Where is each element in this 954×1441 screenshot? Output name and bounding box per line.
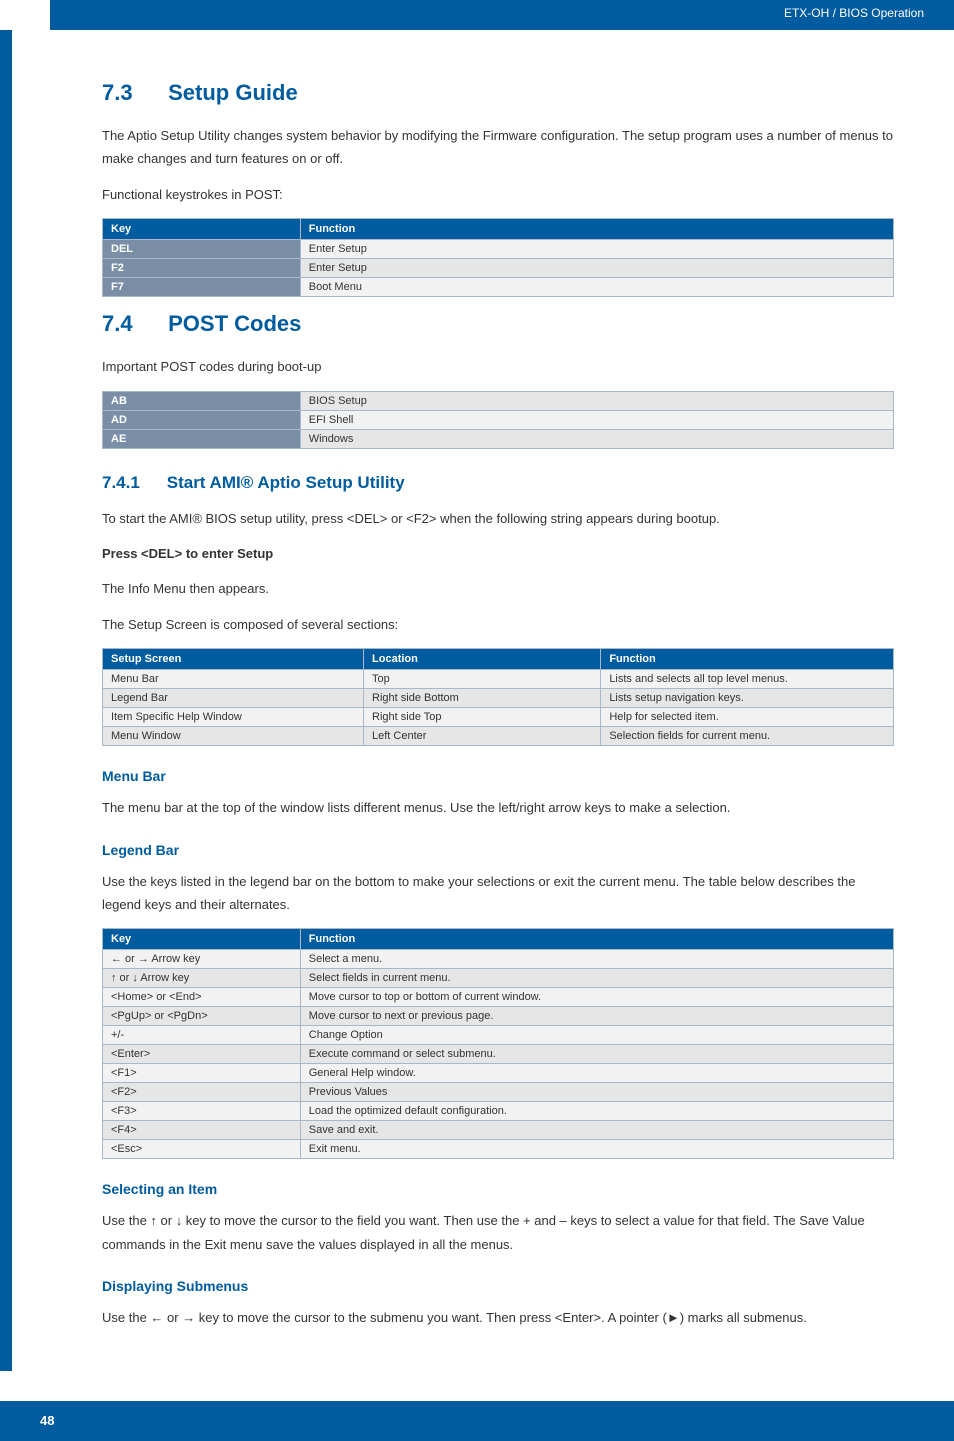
table-row: AEWindows — [103, 429, 894, 448]
s741-p2: Press <DEL> to enter Setup — [102, 542, 894, 565]
table-row: Menu BarTopLists and selects all top lev… — [103, 670, 894, 689]
table-row: ↑ or ↓ Arrow keySelect fields in current… — [103, 969, 894, 988]
menu-bar-p1: The menu bar at the top of the window li… — [102, 796, 894, 819]
table-row: DELEnter Setup — [103, 240, 894, 259]
header-band: ETX-OH / BIOS Operation — [0, 0, 954, 30]
table-row: <F1>General Help window. — [103, 1064, 894, 1083]
table-row: +/-Change Option — [103, 1026, 894, 1045]
section-num: 7.3 — [102, 80, 162, 106]
th-location: Location — [364, 649, 601, 670]
th-key: Key — [103, 929, 301, 950]
th-function: Function — [601, 649, 894, 670]
section-7-4-heading: 7.4 POST Codes — [102, 311, 894, 337]
displaying-submenus-p1: Use the ← or → key to move the cursor to… — [102, 1306, 894, 1329]
th-function: Function — [300, 929, 893, 950]
th-setup-screen: Setup Screen — [103, 649, 364, 670]
table-row: <PgUp> or <PgDn>Move cursor to next or p… — [103, 1007, 894, 1026]
section-7-3-heading: 7.3 Setup Guide — [102, 80, 894, 106]
section-title: Start AMI® Aptio Setup Utility — [167, 473, 405, 492]
legend-bar-heading: Legend Bar — [102, 842, 894, 858]
table-row: Item Specific Help WindowRight side TopH… — [103, 708, 894, 727]
header-path: ETX-OH / BIOS Operation — [784, 6, 924, 20]
legend-bar-p1: Use the keys listed in the legend bar on… — [102, 870, 894, 917]
s741-p4: The Setup Screen is composed of several … — [102, 613, 894, 636]
selecting-item-p1: Use the ↑ or ↓ key to move the cursor to… — [102, 1209, 894, 1256]
table-row: <F2>Previous Values — [103, 1083, 894, 1102]
table-keystrokes: Key Function DELEnter Setup F2Enter Setu… — [102, 218, 894, 297]
table-post-codes: ABBIOS Setup ADEFI Shell AEWindows — [102, 391, 894, 449]
s741-p3: The Info Menu then appears. — [102, 577, 894, 600]
table-row: ← or → Arrow keySelect a menu. — [103, 950, 894, 969]
s73-p1: The Aptio Setup Utility changes system b… — [102, 124, 894, 171]
table-row: Legend BarRight side BottomLists setup n… — [103, 689, 894, 708]
table-row: F7Boot Menu — [103, 278, 894, 297]
th-function: Function — [300, 219, 893, 240]
section-num: 7.4 — [102, 311, 162, 337]
displaying-submenus-heading: Displaying Submenus — [102, 1278, 894, 1294]
table-row: ADEFI Shell — [103, 410, 894, 429]
table-header-row: Key Function — [103, 929, 894, 950]
table-header-row: Setup Screen Location Function — [103, 649, 894, 670]
s741-p1: To start the AMI® BIOS setup utility, pr… — [102, 507, 894, 530]
table-header-row: Key Function — [103, 219, 894, 240]
page-number: 48 — [40, 1413, 54, 1428]
table-row: <Enter>Execute command or select submenu… — [103, 1045, 894, 1064]
section-7-4-1-heading: 7.4.1 Start AMI® Aptio Setup Utility — [102, 473, 894, 493]
menu-bar-heading: Menu Bar — [102, 768, 894, 784]
section-num: 7.4.1 — [102, 473, 162, 493]
table-row: <Home> or <End>Move cursor to top or bot… — [103, 988, 894, 1007]
s73-p2: Functional keystrokes in POST: — [102, 183, 894, 206]
table-row: <Esc>Exit menu. — [103, 1140, 894, 1159]
table-row: <F3>Load the optimized default configura… — [103, 1102, 894, 1121]
selecting-item-heading: Selecting an Item — [102, 1181, 894, 1197]
section-title: Setup Guide — [168, 80, 298, 105]
table-row: <F4>Save and exit. — [103, 1121, 894, 1140]
section-title: POST Codes — [168, 311, 301, 336]
table-legend-keys: Key Function ← or → Arrow keySelect a me… — [102, 928, 894, 1159]
s74-p1: Important POST codes during boot-up — [102, 355, 894, 378]
table-row: Menu WindowLeft CenterSelection fields f… — [103, 727, 894, 746]
table-setup-screen: Setup Screen Location Function Menu BarT… — [102, 648, 894, 746]
th-key: Key — [103, 219, 301, 240]
table-row: F2Enter Setup — [103, 259, 894, 278]
page-content: 7.3 Setup Guide The Aptio Setup Utility … — [0, 30, 954, 1371]
table-row: ABBIOS Setup — [103, 391, 894, 410]
footer-band: 48 — [0, 1401, 954, 1441]
header-tab — [0, 0, 50, 30]
